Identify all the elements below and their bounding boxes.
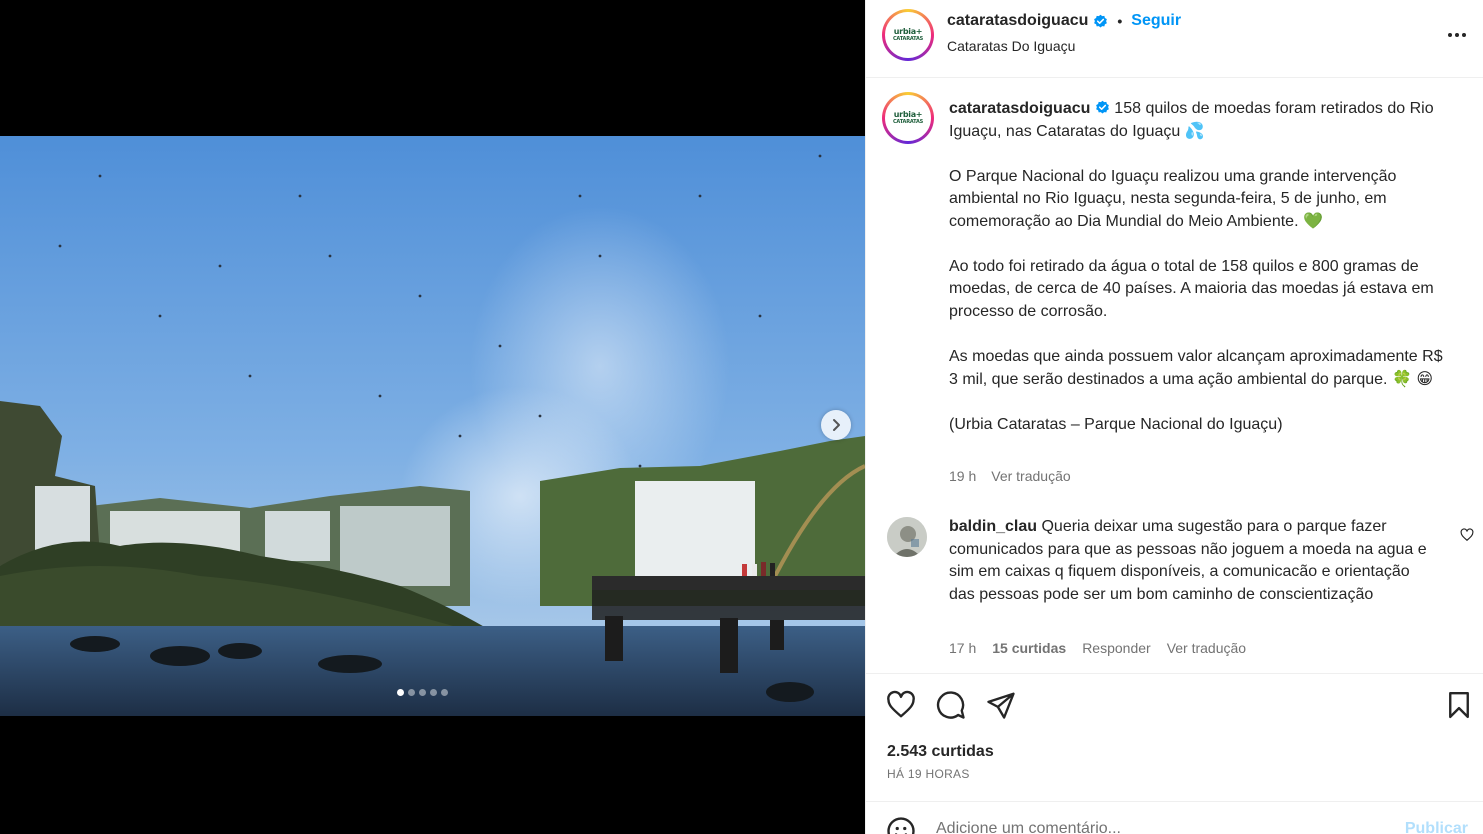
comment-username[interactable]: baldin_clau (949, 518, 1037, 535)
add-comment-row: Publicar (866, 801, 1483, 834)
share-button[interactable] (986, 690, 1016, 725)
caption-age: 19 h (949, 468, 977, 484)
caption-translate-link[interactable]: Ver tradução (991, 468, 1070, 484)
post-timestamp: HÁ 19 HORAS (887, 767, 970, 781)
caption-author-avatar[interactable]: urbia+ CATARATAS (882, 92, 934, 144)
follow-button[interactable]: Seguir (1131, 12, 1181, 30)
photo-illustration (0, 136, 865, 716)
caption-logo-text: urbia+ (893, 110, 923, 119)
caption-paragraph-5: (Urbia Cataratas – Parque Nacional do Ig… (949, 415, 1283, 433)
slide-dot-3 (419, 689, 426, 696)
location-link[interactable]: Cataratas Do Iguaçu (947, 38, 1075, 54)
comment-meta: 17 h 15 curtidas Responder Ver tradução (949, 640, 1246, 656)
caption-logo-subtext: CATARATAS (892, 119, 924, 125)
comment-translate-link[interactable]: Ver tradução (1167, 640, 1246, 656)
comment-like-button[interactable] (1460, 528, 1474, 547)
more-options-button[interactable] (1446, 24, 1468, 51)
publish-comment-button[interactable]: Publicar (1405, 820, 1468, 834)
caption-paragraph-2: O Parque Nacional do Iguaçu realizou uma… (949, 167, 1397, 230)
separator-dot: • (1117, 13, 1123, 29)
caption-paragraph-3: Ao todo foi retirado da água o total de … (949, 257, 1434, 320)
speech-bubble-icon (936, 691, 965, 719)
chevron-right-icon (833, 419, 840, 431)
slide-indicator (397, 689, 448, 696)
smiley-icon (887, 817, 915, 834)
logo-subtext: CATARATAS (892, 36, 924, 42)
caption-verified-badge-icon (1095, 100, 1109, 114)
logo-text: urbia+ (893, 27, 923, 36)
slide-dot-4 (430, 689, 437, 696)
caption-paragraph-1: cataratasdoiguacu 158 quilos de moedas f… (949, 98, 1449, 143)
account-username[interactable]: cataratasdoiguacu (947, 12, 1088, 30)
heart-outline-icon (887, 690, 915, 718)
comments-scroll-area[interactable]: urbia+ CATARATAS cataratasdoiguacu 158 q… (866, 78, 1483, 672)
account-avatar[interactable]: urbia+ CATARATAS (882, 9, 934, 61)
slide-dot-5 (441, 689, 448, 696)
comment-reply-button[interactable]: Responder (1082, 640, 1151, 656)
save-button[interactable] (1444, 690, 1474, 725)
avatar-photo-icon (887, 517, 927, 557)
caption-paragraph-4: As moedas que ainda possuem valor alcanç… (949, 347, 1443, 388)
verified-badge-icon (1094, 14, 1108, 27)
like-button[interactable] (886, 690, 916, 725)
comment-age: 17 h (949, 640, 977, 656)
commenter-avatar[interactable] (887, 517, 927, 557)
post-header: urbia+ CATARATAS cataratasdoiguacu • Seg… (866, 0, 1483, 78)
post-photo-iguacu-falls[interactable] (0, 136, 865, 716)
next-slide-button[interactable] (821, 410, 851, 440)
heart-outline-icon (1460, 528, 1474, 541)
caption-avatar-logo: urbia+ CATARATAS (885, 95, 931, 141)
slide-dot-2 (408, 689, 415, 696)
header-user-row: cataratasdoiguacu • Seguir (947, 12, 1181, 30)
comment-input[interactable] (936, 820, 1376, 834)
post-side-panel: urbia+ CATARATAS cataratasdoiguacu • Seg… (865, 0, 1483, 834)
comment-body: baldin_clau Queria deixar uma sugestão p… (949, 516, 1439, 606)
emoji-button[interactable] (886, 816, 916, 834)
comment-likes-count[interactable]: 15 curtidas (992, 640, 1066, 656)
post-media (0, 0, 865, 834)
avatar-logo: urbia+ CATARATAS (885, 12, 931, 58)
bookmark-icon (1449, 691, 1469, 719)
caption-username[interactable]: cataratasdoiguacu (949, 100, 1090, 117)
more-horizontal-icon (1448, 33, 1466, 37)
post-caption: cataratasdoiguacu 158 quilos de moedas f… (949, 98, 1449, 436)
post-likes-count[interactable]: 2.543 curtidas (887, 743, 994, 761)
caption-meta: 19 h Ver tradução (949, 468, 1071, 484)
post-actions: 2.543 curtidas HÁ 19 HORAS Publicar (866, 673, 1483, 834)
paper-plane-icon (987, 692, 1015, 719)
comment-button[interactable] (936, 690, 966, 725)
slide-dot-1 (397, 689, 404, 696)
